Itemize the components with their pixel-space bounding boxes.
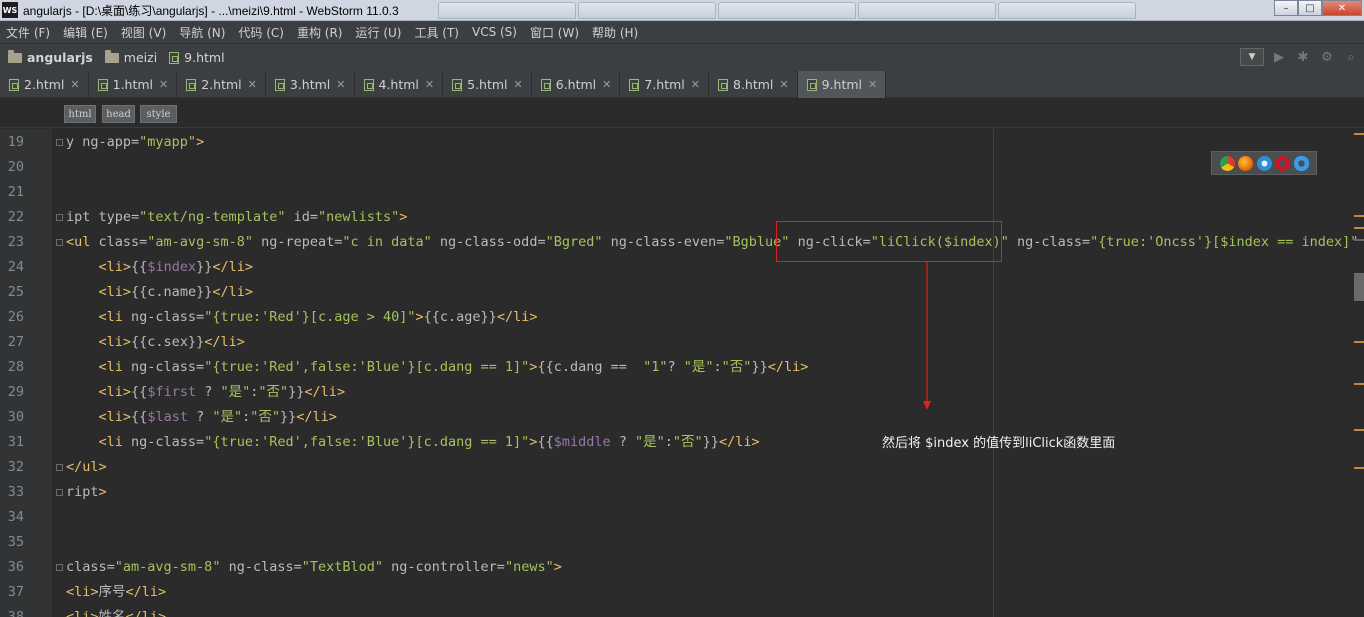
annotation-arrow: [923, 262, 931, 410]
annotation-arrow-head: [923, 401, 931, 410]
annotation-note: 然后将 $index 的值传到liClick函数里面: [882, 436, 1116, 451]
